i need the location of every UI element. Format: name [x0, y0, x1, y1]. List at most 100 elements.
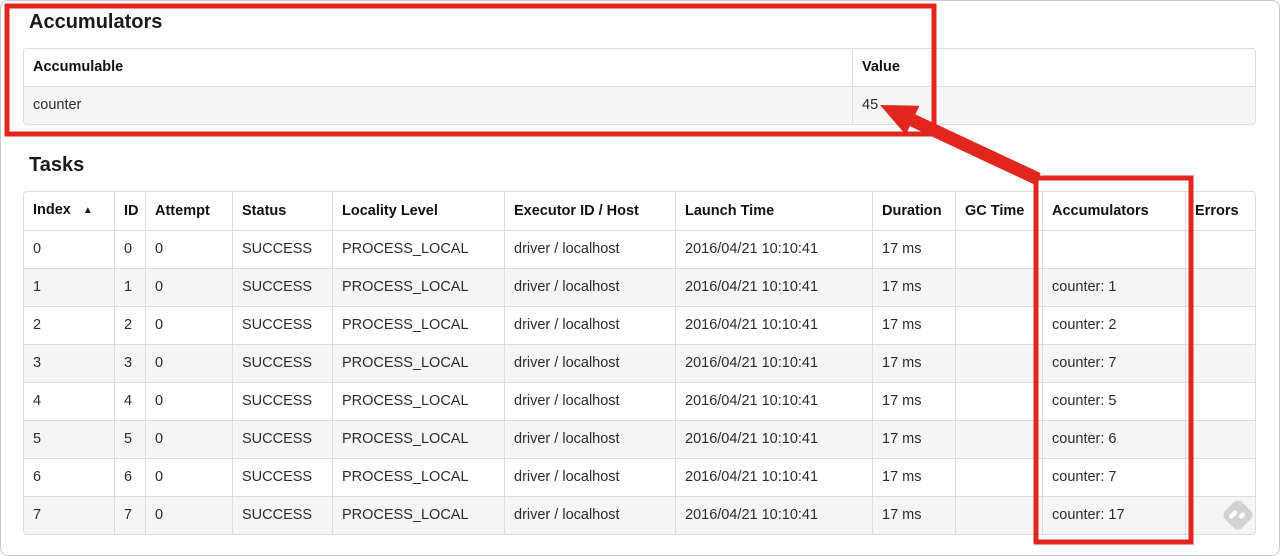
tasks-header-row: Index ▲ ID Attempt Status Locality Level … — [24, 192, 1255, 230]
cell-status: SUCCESS — [232, 496, 332, 534]
cell-accumulators: counter: 7 — [1042, 458, 1185, 496]
cell-accumulators: counter: 1 — [1042, 268, 1185, 306]
cell-gc-time — [955, 420, 1042, 458]
cell-status: SUCCESS — [232, 382, 332, 420]
id-column-header[interactable]: ID — [114, 192, 145, 230]
executor-id-host-column-header[interactable]: Executor ID / Host — [504, 192, 675, 230]
cell-errors — [1185, 268, 1255, 306]
cell-duration: 17 ms — [872, 496, 955, 534]
cell-attempt: 0 — [145, 420, 232, 458]
errors-column-header[interactable]: Errors — [1185, 192, 1255, 230]
cell-errors — [1185, 230, 1255, 268]
cell-index: 0 — [24, 230, 114, 268]
cell-launch-time: 2016/04/21 10:10:41 — [675, 382, 872, 420]
status-column-header[interactable]: Status — [232, 192, 332, 230]
cell-id: 3 — [114, 344, 145, 382]
cell-status: SUCCESS — [232, 420, 332, 458]
cell-executor-id-host: driver / localhost — [504, 344, 675, 382]
cell-attempt: 0 — [145, 382, 232, 420]
cell-duration: 17 ms — [872, 306, 955, 344]
cell-attempt: 0 — [145, 268, 232, 306]
cell-index: 1 — [24, 268, 114, 306]
cell-index: 3 — [24, 344, 114, 382]
task-row: 4 4 0 SUCCESS PROCESS_LOCAL driver / loc… — [24, 382, 1255, 420]
index-column-header-label: Index — [33, 202, 71, 218]
tasks-table: Index ▲ ID Attempt Status Locality Level … — [23, 191, 1256, 535]
task-row: 2 2 0 SUCCESS PROCESS_LOCAL driver / loc… — [24, 306, 1255, 344]
cell-locality-level: PROCESS_LOCAL — [332, 306, 504, 344]
value-column-header: Value — [852, 49, 1255, 86]
accumulators-heading: Accumulators — [29, 11, 163, 33]
spark-stage-page: Accumulators Accumulable Value counter 4… — [0, 0, 1280, 556]
cell-attempt: 0 — [145, 230, 232, 268]
cell-index: 2 — [24, 306, 114, 344]
cell-errors — [1185, 306, 1255, 344]
cell-id: 4 — [114, 382, 145, 420]
cell-launch-time: 2016/04/21 10:10:41 — [675, 230, 872, 268]
cell-launch-time: 2016/04/21 10:10:41 — [675, 344, 872, 382]
cell-launch-time: 2016/04/21 10:10:41 — [675, 306, 872, 344]
cell-status: SUCCESS — [232, 344, 332, 382]
cell-accumulators: counter: 17 — [1042, 496, 1185, 534]
cell-duration: 17 ms — [872, 268, 955, 306]
cell-attempt: 0 — [145, 496, 232, 534]
cell-executor-id-host: driver / localhost — [504, 496, 675, 534]
cell-id: 5 — [114, 420, 145, 458]
cell-gc-time — [955, 382, 1042, 420]
cell-errors — [1185, 458, 1255, 496]
cell-errors — [1185, 344, 1255, 382]
gc-time-column-header[interactable]: GC Time — [955, 192, 1042, 230]
cell-gc-time — [955, 496, 1042, 534]
launch-time-column-header[interactable]: Launch Time — [675, 192, 872, 230]
cell-accumulator-value: 45 — [852, 86, 1255, 124]
cell-duration: 17 ms — [872, 230, 955, 268]
cell-index: 6 — [24, 458, 114, 496]
task-row: 1 1 0 SUCCESS PROCESS_LOCAL driver / loc… — [24, 268, 1255, 306]
task-row: 5 5 0 SUCCESS PROCESS_LOCAL driver / loc… — [24, 420, 1255, 458]
cell-locality-level: PROCESS_LOCAL — [332, 344, 504, 382]
cell-locality-level: PROCESS_LOCAL — [332, 496, 504, 534]
cell-errors — [1185, 382, 1255, 420]
sort-ascending-icon: ▲ — [82, 205, 93, 216]
cell-accumulable: counter — [24, 86, 852, 124]
cell-index: 7 — [24, 496, 114, 534]
locality-level-column-header[interactable]: Locality Level — [332, 192, 504, 230]
cell-executor-id-host: driver / localhost — [504, 420, 675, 458]
cell-attempt: 0 — [145, 306, 232, 344]
cell-status: SUCCESS — [232, 230, 332, 268]
cell-status: SUCCESS — [232, 458, 332, 496]
accumulators-header-row: Accumulable Value — [24, 49, 1255, 86]
task-row: 6 6 0 SUCCESS PROCESS_LOCAL driver / loc… — [24, 458, 1255, 496]
tasks-heading: Tasks — [29, 154, 85, 176]
attempt-column-header[interactable]: Attempt — [145, 192, 232, 230]
cell-gc-time — [955, 230, 1042, 268]
task-row: 3 3 0 SUCCESS PROCESS_LOCAL driver / loc… — [24, 344, 1255, 382]
accumulators-column-header[interactable]: Accumulators — [1042, 192, 1185, 230]
accumulator-row: counter 45 — [24, 86, 1255, 124]
cell-id: 7 — [114, 496, 145, 534]
cell-accumulators: counter: 7 — [1042, 344, 1185, 382]
cell-gc-time — [955, 306, 1042, 344]
cell-executor-id-host: driver / localhost — [504, 458, 675, 496]
cell-errors — [1185, 496, 1255, 534]
accumulable-column-header: Accumulable — [33, 59, 124, 75]
tasks-table-wrap: Index ▲ ID Attempt Status Locality Level … — [23, 191, 1256, 535]
cell-locality-level: PROCESS_LOCAL — [332, 420, 504, 458]
accumulators-table: Accumulable Value counter 45 — [23, 48, 1256, 125]
cell-duration: 17 ms — [872, 420, 955, 458]
cell-duration: 17 ms — [872, 382, 955, 420]
cell-index: 5 — [24, 420, 114, 458]
task-row: 0 0 0 SUCCESS PROCESS_LOCAL driver / loc… — [24, 230, 1255, 268]
cell-executor-id-host: driver / localhost — [504, 382, 675, 420]
cell-accumulators: counter: 6 — [1042, 420, 1185, 458]
cell-status: SUCCESS — [232, 306, 332, 344]
cell-executor-id-host: driver / localhost — [504, 230, 675, 268]
cell-duration: 17 ms — [872, 458, 955, 496]
duration-column-header[interactable]: Duration — [872, 192, 955, 230]
cell-id: 0 — [114, 230, 145, 268]
index-column-header[interactable]: Index ▲ — [24, 192, 114, 230]
task-row: 7 7 0 SUCCESS PROCESS_LOCAL driver / loc… — [24, 496, 1255, 534]
accumulators-table-wrap: Accumulable Value counter 45 — [23, 48, 1256, 125]
cell-launch-time: 2016/04/21 10:10:41 — [675, 496, 872, 534]
cell-gc-time — [955, 344, 1042, 382]
